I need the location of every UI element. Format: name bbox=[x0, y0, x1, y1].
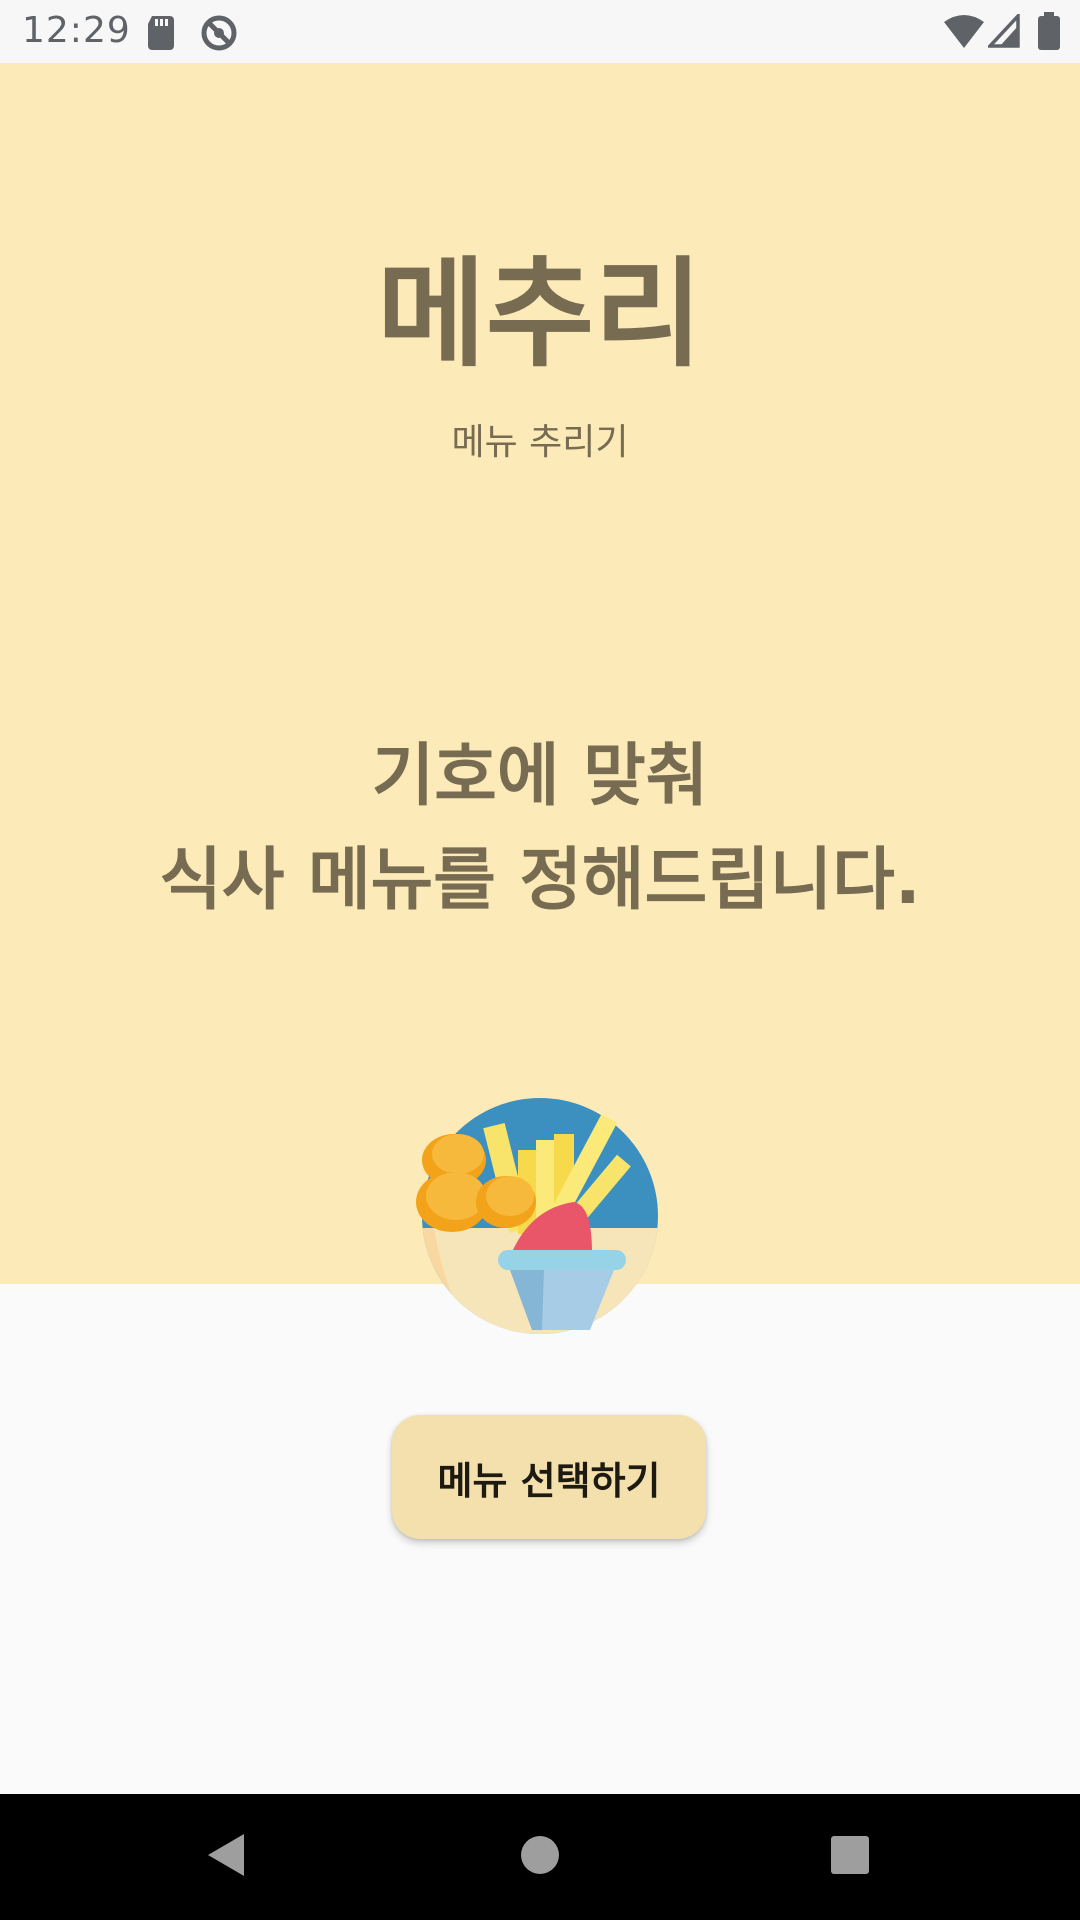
tagline-line-2: 식사 메뉴를 정해드립니다. bbox=[159, 841, 921, 920]
app-subtitle: 메뉴 추리기 bbox=[451, 422, 629, 463]
tagline: 기호에 맞춰 식사 메뉴를 정해드립니다. bbox=[0, 725, 1080, 933]
home-icon bbox=[520, 1835, 560, 1879]
sd-card-icon bbox=[146, 14, 176, 54]
tagline-line-1: 기호에 맞춰 bbox=[371, 737, 709, 816]
select-menu-button[interactable]: 메뉴 선택하기 bbox=[392, 1415, 706, 1539]
battery-icon bbox=[1038, 12, 1060, 54]
signal-icon bbox=[985, 11, 1020, 52]
recents-icon bbox=[830, 1835, 870, 1879]
back-button[interactable] bbox=[146, 1794, 306, 1920]
app-title: 메추리 bbox=[377, 245, 703, 383]
wifi-icon bbox=[944, 14, 984, 52]
fried-chicken-fries-icon bbox=[414, 1090, 670, 1336]
status-bar: 12:29 bbox=[0, 0, 1080, 63]
status-time: 12:29 bbox=[22, 10, 131, 51]
recents-button[interactable] bbox=[770, 1794, 930, 1920]
home-button[interactable] bbox=[460, 1794, 620, 1920]
screen: 12:29 메추리 메뉴 추리기 기호에 맞춰 식사 메뉴를 정해드립니다. 메… bbox=[0, 0, 1080, 1920]
back-icon bbox=[206, 1832, 246, 1882]
system-nav-bar bbox=[0, 1794, 1080, 1920]
sync-off-icon bbox=[200, 14, 238, 56]
